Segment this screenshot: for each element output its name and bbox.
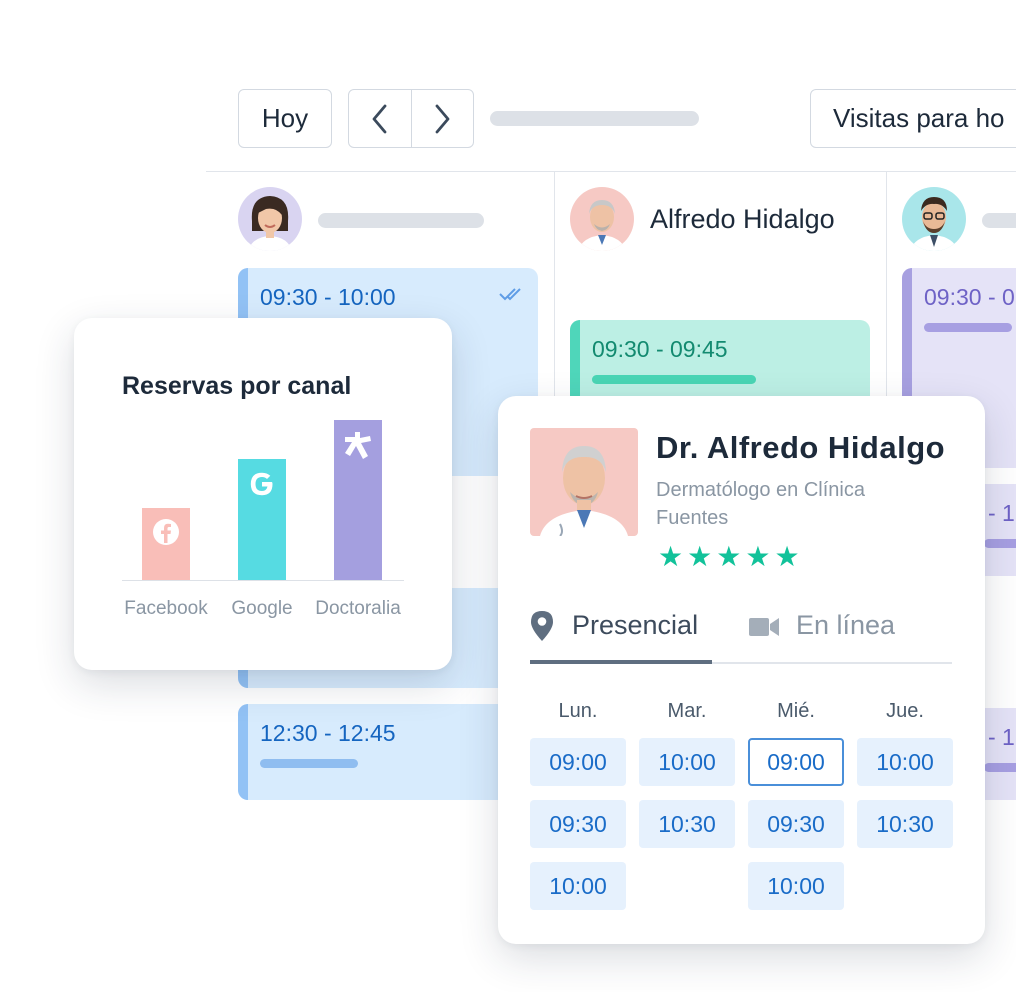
date-navigation [348,89,474,148]
chevron-right-icon [435,104,450,133]
chart-bar-doctoralia [334,420,382,580]
double-check-icon [499,288,521,301]
today-button-label: Hoy [261,103,309,133]
chevron-left-icon [372,104,387,133]
google-icon [250,472,273,496]
appointment-time: - 1 [988,500,1015,526]
location-pin-icon [531,611,553,641]
chart-category-label: Doctoralia [315,598,401,619]
time-slot-button[interactable]: 10:00 [857,738,953,786]
doctor-avatar [902,187,966,251]
day-label: Mar. [667,700,707,722]
appointment-time: - 1 [988,724,1015,750]
doctor-photo [530,428,638,536]
appointment-time: 09:30 - 0 [924,284,1015,310]
time-slot-button[interactable]: 09:30 [530,800,626,848]
appointment-time: 09:30 - 09:45 [592,336,728,362]
chart-plot: Facebook Google Doctoralia [74,318,452,670]
active-tab-indicator [530,660,712,664]
appointment-title-placeholder [260,759,358,768]
doctor-avatar [238,187,302,251]
time-slot-button[interactable]: 10:00 [530,862,626,910]
rating-stars: ★ ★ ★ ★ ★ [658,540,800,573]
doctor-name-placeholder [318,213,484,228]
time-slot-button[interactable]: 10:00 [639,738,735,786]
tab-in-person[interactable]: Presencial [530,610,712,660]
star-icon: ★ [658,541,684,572]
tab-label: En línea [796,610,896,640]
chart-bar-facebook [142,508,190,580]
chart-bar-google [238,459,286,580]
time-slot-button[interactable]: 10:30 [857,800,953,848]
appointment-slot[interactable]: 12:30 - 12:45 [238,704,538,800]
time-slot-button[interactable]: 10:30 [639,800,735,848]
appointment-time: 12:30 - 12:45 [260,720,396,746]
appointment-title-placeholder [592,375,756,384]
time-slot-button[interactable]: 09:00 [748,738,844,786]
schedule-grid: Lun. 09:00 09:30 10:00 Mar. 10:00 10:30 Mié. 09:… [530,700,954,920]
date-range-placeholder [490,111,699,126]
doctor-specialty: Dermatólogo en Clínica Fuentes [656,479,865,529]
doctor-profile-card: Dr. Alfredo Hidalgo Dermatólogo en Clíni… [498,396,985,944]
day-label: Jue. [886,700,924,722]
tab-label: Presencial [572,610,699,640]
appointment-title-placeholder [924,323,1012,332]
doctor-name: Alfredo Hidalgo [650,204,835,234]
appointment-time: 09:30 - 10:00 [260,284,396,310]
doctor-name: Dr. Alfredo Hidalgo [656,430,946,465]
doctor-avatar [570,187,634,251]
time-slot-button[interactable]: 09:00 [530,738,626,786]
visits-today-label: Visitas para ho [833,103,1005,133]
star-icon: ★ [716,541,742,572]
facebook-icon [153,519,179,545]
doctor-name-placeholder [982,213,1016,228]
star-icon: ★ [687,541,713,572]
tab-online[interactable]: En línea [748,610,948,660]
video-camera-icon [749,618,779,636]
doctoralia-icon [345,432,371,459]
star-icon: ★ [774,541,800,572]
day-label: Lun. [558,700,598,722]
previous-button[interactable] [349,90,411,147]
bookings-by-channel-card: Reservas por canal Facebook Google Docto… [74,318,452,670]
day-label: Mié. [777,700,815,722]
today-button[interactable]: Hoy [238,89,332,148]
star-icon: ★ [745,541,771,572]
visits-today-button[interactable]: Visitas para ho [810,89,1016,148]
header-divider [206,171,1016,172]
time-slot-button[interactable]: 10:00 [748,862,844,910]
next-button[interactable] [410,90,474,147]
time-slot-button[interactable]: 09:30 [748,800,844,848]
